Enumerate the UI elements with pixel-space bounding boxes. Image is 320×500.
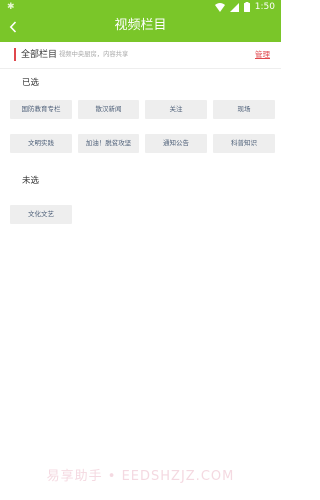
channel-chip-selected[interactable]: 散汉新闻	[78, 100, 139, 119]
section-divider	[0, 68, 281, 69]
selected-label: 已选	[22, 78, 40, 88]
channel-chip-selected[interactable]: 文明实践	[10, 134, 72, 153]
app-header: ✱ 1:50 视频栏目	[0, 0, 281, 42]
status-time: 1:50	[254, 2, 275, 12]
signal-icon	[229, 2, 239, 12]
status-bar: 1:50	[214, 1, 275, 13]
channel-chip-selected[interactable]: 现场	[213, 100, 275, 119]
wifi-icon	[214, 2, 225, 12]
channel-chip-selected[interactable]: 国防教育专栏	[10, 100, 72, 119]
unselected-label: 未选	[22, 176, 40, 186]
section-title: 全部栏目	[21, 50, 58, 60]
channel-chip-selected[interactable]: 科普知识	[213, 134, 275, 153]
channel-chip-selected[interactable]: 加油！脱贫攻坚	[78, 134, 139, 153]
section-subtitle: 视频中央厨房，内容共享	[59, 51, 129, 58]
channel-chip-selected[interactable]: 关注	[145, 100, 207, 119]
channel-chip-unselected[interactable]: 文化文艺	[10, 205, 72, 224]
manage-button[interactable]: 管理	[255, 49, 270, 61]
channel-chip-selected[interactable]: 通知公告	[145, 134, 207, 153]
section-accent-bar	[14, 48, 16, 61]
battery-icon	[243, 2, 250, 12]
page-title: 视频栏目	[114, 18, 167, 33]
section-header: 全部栏目 视频中央厨房，内容共享 管理	[0, 45, 281, 65]
watermark: 易享助手 • EEDSHZJZ.COM	[46, 469, 235, 484]
notification-icon: ✱	[7, 2, 15, 12]
